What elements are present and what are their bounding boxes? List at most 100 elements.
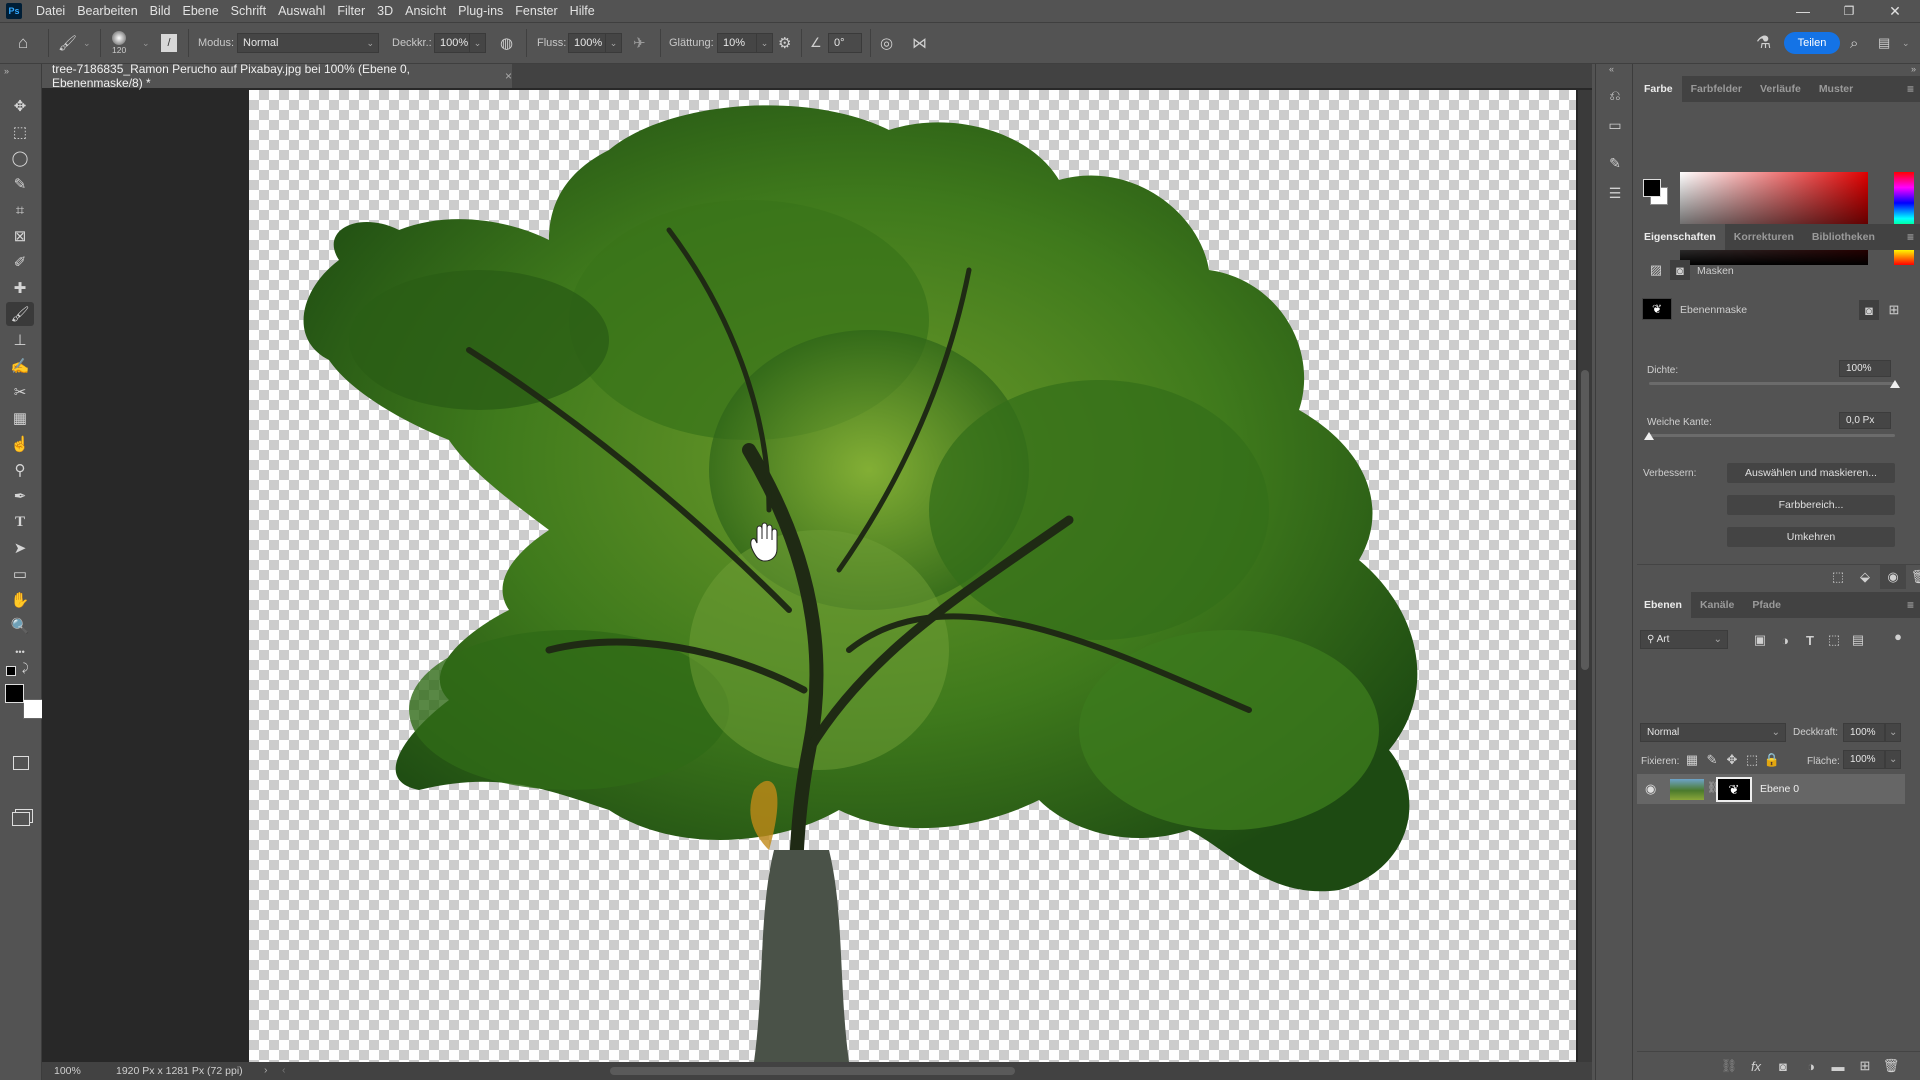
menu-fenster[interactable]: Fenster (515, 4, 557, 18)
menu-ansicht[interactable]: Ansicht (405, 4, 446, 18)
flow-input[interactable]: 100% ⌄ (568, 23, 622, 63)
fx-icon[interactable]: fx (1746, 1056, 1766, 1076)
layer-row[interactable]: ◉ ⛓ ❦ Ebene 0 (1637, 774, 1905, 804)
chevron-down-icon[interactable]: ⌄ (606, 33, 622, 53)
eye-icon[interactable]: ◉ (1880, 565, 1906, 589)
delete-mask-icon[interactable]: 🗑 (1909, 567, 1920, 587)
layer-opacity-dropdown[interactable]: ⌄ (1885, 723, 1901, 742)
expand-panels-icon[interactable]: » (1911, 64, 1916, 74)
mask-icon[interactable]: ◙ (1670, 260, 1690, 280)
home-icon[interactable]: ⌂ (18, 23, 28, 63)
menu-filter[interactable]: Filter (337, 4, 365, 18)
workspace-chevron-icon[interactable]: ⌄ (1902, 23, 1910, 63)
tab-ebenen[interactable]: Ebenen (1635, 592, 1691, 618)
smudge-tool-icon[interactable]: ☝ (6, 432, 34, 456)
tab-farbe[interactable]: Farbe (1635, 76, 1682, 102)
feather-input[interactable]: 0,0 Px (1839, 412, 1891, 429)
brush-preset-icon[interactable]: 🖌 ⌄ (58, 23, 91, 63)
lasso-tool-icon[interactable]: ◯ (6, 146, 34, 170)
frame-tool-icon[interactable]: ⊠ (6, 224, 34, 248)
brush-tool-icon[interactable]: 🖌 (6, 302, 34, 326)
screen-mode-icon[interactable] (12, 812, 30, 826)
new-group-icon[interactable]: ▬ (1828, 1056, 1848, 1076)
adjustments-icon[interactable]: ☰ (1604, 182, 1626, 204)
foreground-color-chip[interactable] (1643, 179, 1661, 197)
invert-button[interactable]: Umkehren (1727, 527, 1895, 547)
dodge-tool-icon[interactable]: ⚲ (6, 458, 34, 482)
close-window-button[interactable]: ✕ (1872, 0, 1918, 22)
add-mask-icon[interactable]: ◙ (1773, 1056, 1793, 1076)
menu-datei[interactable]: Datei (36, 4, 65, 18)
feather-slider-track[interactable] (1649, 434, 1895, 437)
airbrush-icon[interactable]: ✈ (633, 23, 646, 63)
foreground-color-swatch[interactable] (5, 684, 24, 703)
lock-pixels-icon[interactable]: ✎ (1702, 750, 1722, 770)
mode-select[interactable]: Normal ⌄ (237, 23, 379, 63)
filter-toggle-icon[interactable]: ● (1888, 626, 1908, 646)
properties-panel-menu-icon[interactable]: ≡ (1907, 230, 1914, 244)
zoom-level[interactable]: 100% (54, 1065, 81, 1077)
tab-bibliotheken[interactable]: Bibliotheken (1803, 224, 1884, 250)
apply-mask-icon[interactable]: ⬙ (1855, 567, 1875, 587)
quick-selection-tool-icon[interactable]: ✎ (6, 172, 34, 196)
opacity-input[interactable]: 100% ⌄ (434, 23, 486, 63)
filter-smartobject-icon[interactable]: ▤ (1848, 630, 1868, 650)
tab-farbfelder[interactable]: Farbfelder (1682, 76, 1751, 102)
vector-mask-button[interactable]: ⊞ (1884, 300, 1904, 320)
comments-icon[interactable]: ▭ (1604, 114, 1626, 136)
tab-eigenschaften[interactable]: Eigenschaften (1635, 224, 1725, 250)
fill-input[interactable]: 100% (1843, 750, 1885, 769)
minimize-button[interactable]: — (1780, 0, 1826, 22)
collapse-panels-icon[interactable]: « (1609, 64, 1614, 74)
select-and-mask-button[interactable]: Auswählen und maskieren... (1727, 463, 1895, 483)
chevron-down-icon[interactable]: ⌄ (470, 33, 486, 53)
type-tool-icon[interactable]: T (6, 510, 34, 534)
density-input[interactable]: 100% (1839, 360, 1891, 377)
tab-muster[interactable]: Muster (1810, 76, 1862, 102)
status-menu-arrow-icon[interactable]: › (264, 1064, 268, 1076)
lock-position-icon[interactable]: ✥ (1722, 750, 1742, 770)
close-tab-icon[interactable]: × (505, 69, 512, 83)
pixel-mask-button[interactable]: ◙ (1859, 300, 1879, 320)
new-adjustment-layer-icon[interactable]: ◑ (1801, 1056, 1821, 1076)
pen-tool-icon[interactable]: ✒ (6, 484, 34, 508)
restore-button[interactable]: ❐ (1826, 0, 1872, 22)
pressure-size-icon[interactable]: ◎ (880, 23, 893, 63)
menu-3d[interactable]: 3D (377, 4, 393, 18)
layer-filter-select[interactable]: ⚲ Art ⌄ (1640, 630, 1728, 649)
path-selection-tool-icon[interactable]: ➤ (6, 536, 34, 560)
delete-layer-icon[interactable]: 🗑 (1881, 1056, 1901, 1076)
tab-pfade[interactable]: Pfade (1743, 592, 1790, 618)
healing-brush-tool-icon[interactable]: ✚ (6, 276, 34, 300)
pixel-mask-icon[interactable]: ▨ (1646, 260, 1666, 280)
tab-kanaele[interactable]: Kanäle (1691, 592, 1743, 618)
chevron-down-icon[interactable]: ⌄ (757, 33, 773, 53)
brush-settings-icon[interactable]: ✎ (1604, 152, 1626, 174)
more-tools-icon[interactable]: ••• (6, 640, 34, 664)
layers-panel-menu-icon[interactable]: ≡ (1907, 598, 1914, 612)
document-info[interactable]: 1920 Px x 1281 Px (72 ppi) (116, 1065, 243, 1077)
rectangle-tool-icon[interactable]: ▭ (6, 562, 34, 586)
brush-size-chevron-icon[interactable]: ⌄ (142, 23, 150, 63)
menu-auswahl[interactable]: Auswahl (278, 4, 325, 18)
crop-tool-icon[interactable]: ⌗ (6, 198, 34, 222)
move-tool-icon[interactable]: ✥ (6, 94, 34, 118)
flask-icon[interactable]: ⚗ (1756, 23, 1771, 63)
lock-transparency-icon[interactable]: ▦ (1682, 750, 1702, 770)
filter-shape-icon[interactable]: ⬚ (1824, 630, 1844, 650)
marquee-tool-icon[interactable]: ⬚ (6, 120, 34, 144)
symmetry-icon[interactable]: ⋈ (912, 23, 927, 63)
vertical-scroll-thumb[interactable] (1581, 370, 1589, 670)
color-range-button[interactable]: Farbbereich... (1727, 495, 1895, 515)
filter-pixel-icon[interactable]: ▣ (1750, 630, 1770, 650)
layer-opacity-input[interactable]: 100% (1843, 723, 1885, 742)
color-panel-menu-icon[interactable]: ≡ (1907, 82, 1914, 96)
layer-name[interactable]: Ebene 0 (1760, 783, 1799, 795)
color-field[interactable] (1680, 172, 1868, 265)
angle-input[interactable]: 0° (828, 23, 862, 63)
canvas[interactable] (249, 90, 1576, 1062)
hue-slider[interactable] (1894, 172, 1914, 265)
visibility-eye-icon[interactable]: ◉ (1645, 781, 1656, 797)
quick-mask-icon[interactable] (13, 756, 29, 770)
smoothing-input[interactable]: 10% ⌄ (717, 23, 773, 63)
